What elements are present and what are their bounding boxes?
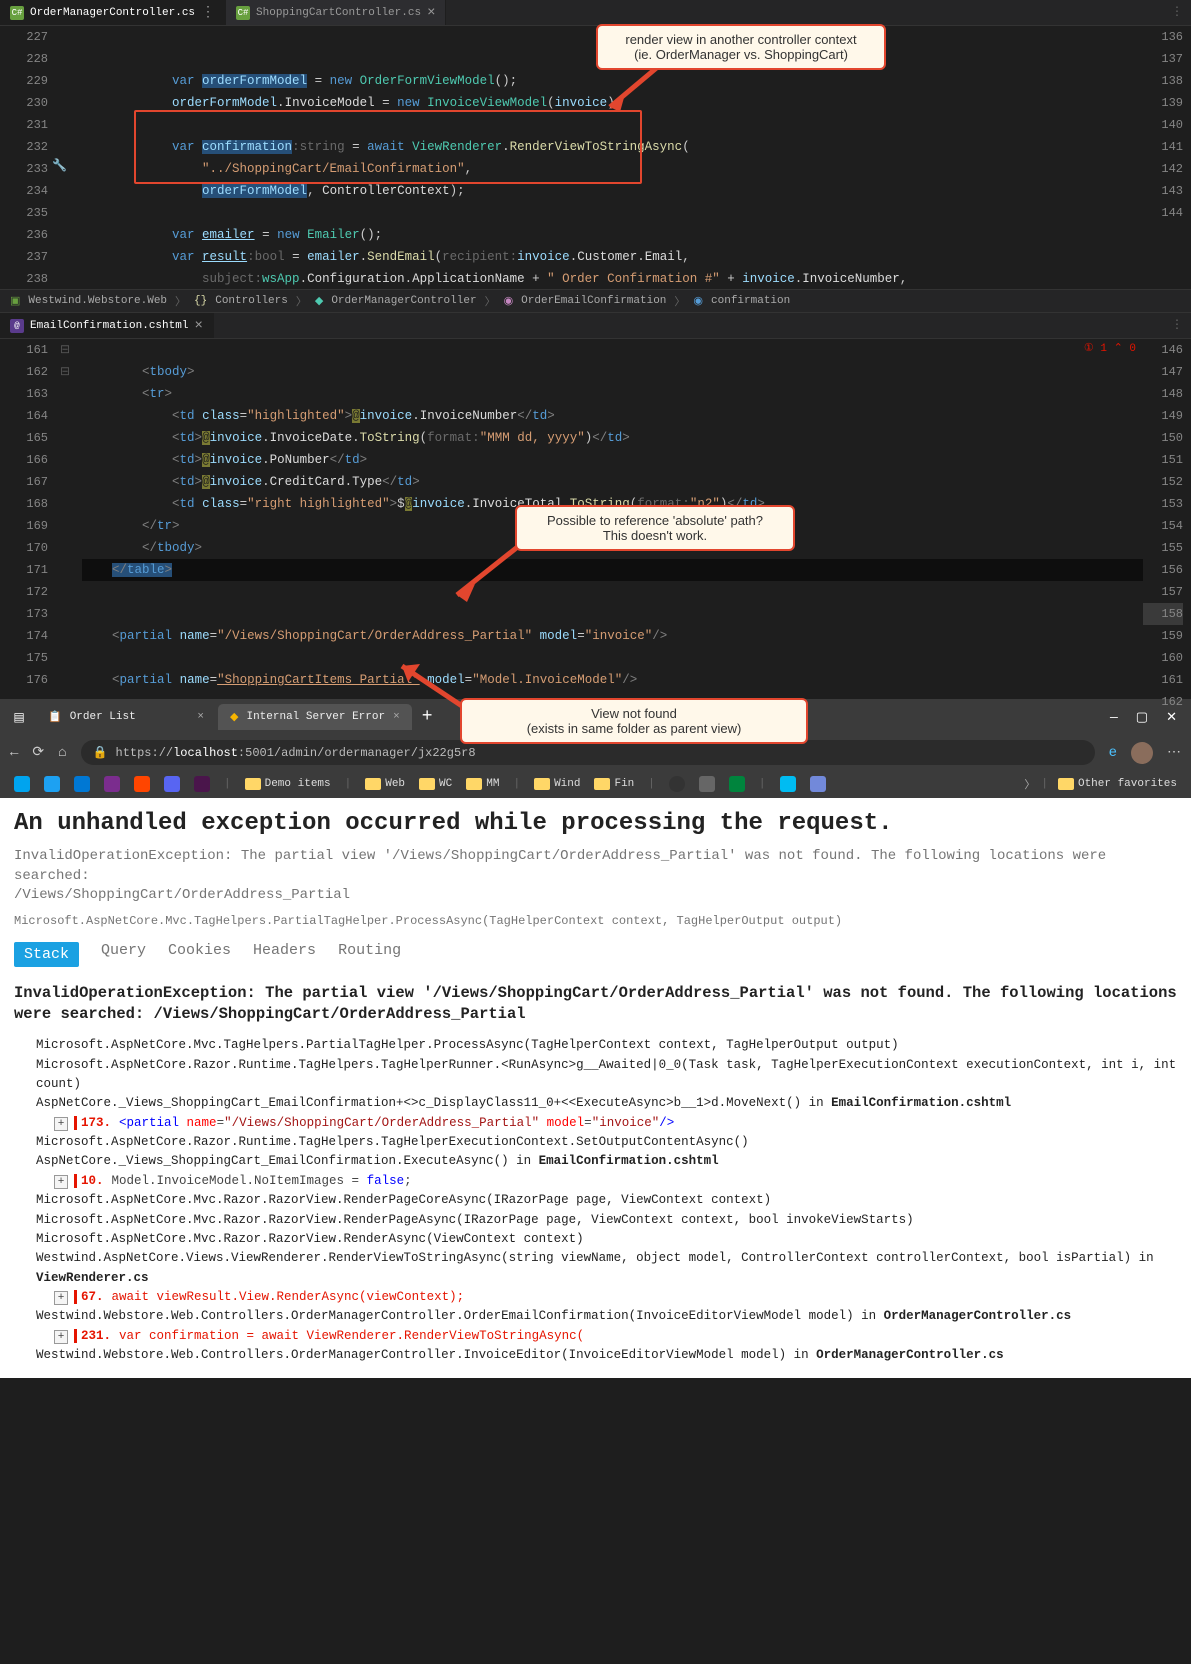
- browser-window: ▤ 📋Order List× ◆Internal Server Error× +…: [0, 699, 1191, 1378]
- lock-icon: 🔒: [93, 745, 108, 760]
- tab-label: ShoppingCartController.cs: [256, 7, 421, 19]
- other-favorites[interactable]: Other favorites: [1054, 776, 1181, 792]
- stack-frame: Microsoft.AspNetCore.Razor.Runtime.TagHe…: [14, 1133, 1177, 1152]
- stack-frame: Westwind.AspNetCore.Views.ViewRenderer.R…: [14, 1249, 1177, 1288]
- warning-icon: ◆: [230, 710, 238, 724]
- close-icon[interactable]: ×: [197, 711, 204, 723]
- stack-frame: Microsoft.AspNetCore.Mvc.Razor.RazorView…: [14, 1211, 1177, 1230]
- bookmark-folder[interactable]: WC: [415, 776, 456, 792]
- browser-tab-error[interactable]: ◆Internal Server Error×: [218, 704, 412, 730]
- expand-icon[interactable]: +: [54, 1291, 68, 1305]
- bookmark-item[interactable]: [725, 774, 749, 794]
- close-icon[interactable]: ⋮: [201, 4, 215, 21]
- bookmark-folder[interactable]: Web: [361, 776, 409, 792]
- tab-overflow[interactable]: ⋮: [1163, 313, 1191, 338]
- sidebar-toggle-icon[interactable]: ▤: [4, 710, 34, 725]
- avatar[interactable]: [1131, 742, 1153, 764]
- bookmarks-bar: | Demo items | Web WC MM | Wind Fin | | …: [0, 770, 1191, 798]
- overflow-icon[interactable]: 〉: [1024, 776, 1035, 792]
- bookmark-item[interactable]: [160, 774, 184, 794]
- bookmark-item[interactable]: [776, 774, 800, 794]
- expand-icon[interactable]: +: [54, 1330, 68, 1344]
- stack-frame: Microsoft.AspNetCore.Razor.Runtime.TagHe…: [14, 1056, 1177, 1095]
- wrench-icon[interactable]: 🔧: [52, 158, 67, 173]
- close-icon[interactable]: ×: [427, 5, 435, 21]
- tab-query[interactable]: Query: [101, 942, 146, 967]
- bookmark-item[interactable]: [130, 774, 154, 794]
- exception-title: InvalidOperationException: The partial v…: [14, 983, 1177, 1026]
- callout-3: View not found (exists in same folder as…: [460, 698, 808, 744]
- minimize-icon[interactable]: —: [1110, 710, 1118, 725]
- bookmark-item[interactable]: [40, 774, 64, 794]
- right-line-gutter-2: 1461471481491501511521531541551561571581…: [1143, 339, 1191, 699]
- bookmark-item[interactable]: [10, 774, 34, 794]
- stack-frame: Westwind.Webstore.Web.Controllers.OrderM…: [14, 1307, 1177, 1326]
- editor-tabs-razor: @ EmailConfirmation.cshtml × ⋮: [0, 313, 1191, 339]
- refresh-icon[interactable]: ⟳: [32, 744, 44, 761]
- expand-icon[interactable]: +: [54, 1175, 68, 1189]
- stack-frame: AspNetCore._Views_ShoppingCart_EmailConf…: [14, 1094, 1177, 1113]
- bookmark-item[interactable]: [70, 774, 94, 794]
- tab-emailconfirmation[interactable]: @ EmailConfirmation.cshtml ×: [0, 313, 214, 338]
- tab-overflow[interactable]: ⋮: [1163, 0, 1191, 25]
- bookmark-item[interactable]: [190, 774, 214, 794]
- bookmark-item[interactable]: [665, 774, 689, 794]
- error-page: An unhandled exception occurred while pr…: [0, 798, 1191, 1378]
- line-gutter-2: 1611621631641651661671681691701711721731…: [10, 339, 60, 699]
- tab-ordermanager[interactable]: C# OrderManagerController.cs ⋮: [0, 0, 226, 25]
- menu-icon[interactable]: ⋯: [1167, 744, 1181, 761]
- bookmark-folder[interactable]: Demo items: [241, 776, 335, 792]
- right-line-gutter: 136137138139140141142143144: [1143, 26, 1191, 289]
- razor-icon: @: [10, 319, 24, 333]
- bookmark-item[interactable]: [100, 774, 124, 794]
- tab-stack[interactable]: Stack: [14, 942, 79, 967]
- stack-frame: Microsoft.AspNetCore.Mvc.Razor.RazorView…: [14, 1230, 1177, 1249]
- callout-2: Possible to reference 'absolute' path? T…: [515, 505, 795, 551]
- tab-shoppingcart[interactable]: C# ShoppingCartController.cs ×: [226, 0, 446, 25]
- bookmark-item[interactable]: [695, 774, 719, 794]
- fold-gutter-2[interactable]: ⊟⊟: [60, 339, 78, 699]
- edge-icon[interactable]: e: [1109, 745, 1117, 761]
- stack-frame: Microsoft.AspNetCore.Mvc.TagHelpers.Part…: [14, 1036, 1177, 1055]
- tab-label: OrderManagerController.cs: [30, 7, 195, 19]
- csharp-icon: C#: [10, 6, 24, 20]
- home-icon[interactable]: ⌂: [58, 745, 66, 761]
- tab-headers[interactable]: Headers: [253, 942, 316, 967]
- stack-frame: AspNetCore._Views_ShoppingCart_EmailConf…: [14, 1152, 1177, 1171]
- project-icon: ▣: [10, 294, 20, 308]
- error-tabs: Stack Query Cookies Headers Routing: [14, 942, 1177, 967]
- callout-1: render view in another controller contex…: [596, 24, 886, 70]
- breadcrumb[interactable]: ▣Westwind.Webstore.Web 〉{}Controllers 〉◆…: [0, 289, 1191, 313]
- warning-badge[interactable]: ① 1 ⌃ 0: [1084, 341, 1136, 355]
- error-message: InvalidOperationException: The partial v…: [14, 847, 1177, 886]
- stack-frame: Microsoft.AspNetCore.Mvc.Razor.RazorView…: [14, 1191, 1177, 1210]
- bookmark-folder[interactable]: MM: [462, 776, 503, 792]
- error-heading: An unhandled exception occurred while pr…: [14, 810, 1177, 837]
- editor-tabs-top: C# OrderManagerController.cs ⋮ C# ShoppingC…: [0, 0, 1191, 26]
- tab-label: EmailConfirmation.cshtml: [30, 320, 188, 332]
- error-source: Microsoft.AspNetCore.Mvc.TagHelpers.Part…: [14, 914, 1177, 928]
- error-location: /Views/ShoppingCart/OrderAddress_Partial: [14, 886, 1177, 906]
- tab-routing[interactable]: Routing: [338, 942, 401, 967]
- expand-icon[interactable]: +: [54, 1117, 68, 1131]
- stack-frame: Westwind.Webstore.Web.Controllers.OrderM…: [14, 1346, 1177, 1365]
- bookmark-folder[interactable]: Wind: [530, 776, 584, 792]
- bookmark-item[interactable]: [806, 774, 830, 794]
- stack-trace: Microsoft.AspNetCore.Mvc.TagHelpers.Part…: [14, 1036, 1177, 1365]
- csharp-icon: C#: [236, 6, 250, 20]
- page-icon: 📋: [48, 710, 62, 724]
- back-icon[interactable]: ←: [10, 745, 18, 761]
- bookmark-folder[interactable]: Fin: [590, 776, 638, 792]
- browser-tab-orderlist[interactable]: 📋Order List×: [36, 704, 216, 730]
- close-icon[interactable]: ×: [194, 318, 202, 334]
- tab-cookies[interactable]: Cookies: [168, 942, 231, 967]
